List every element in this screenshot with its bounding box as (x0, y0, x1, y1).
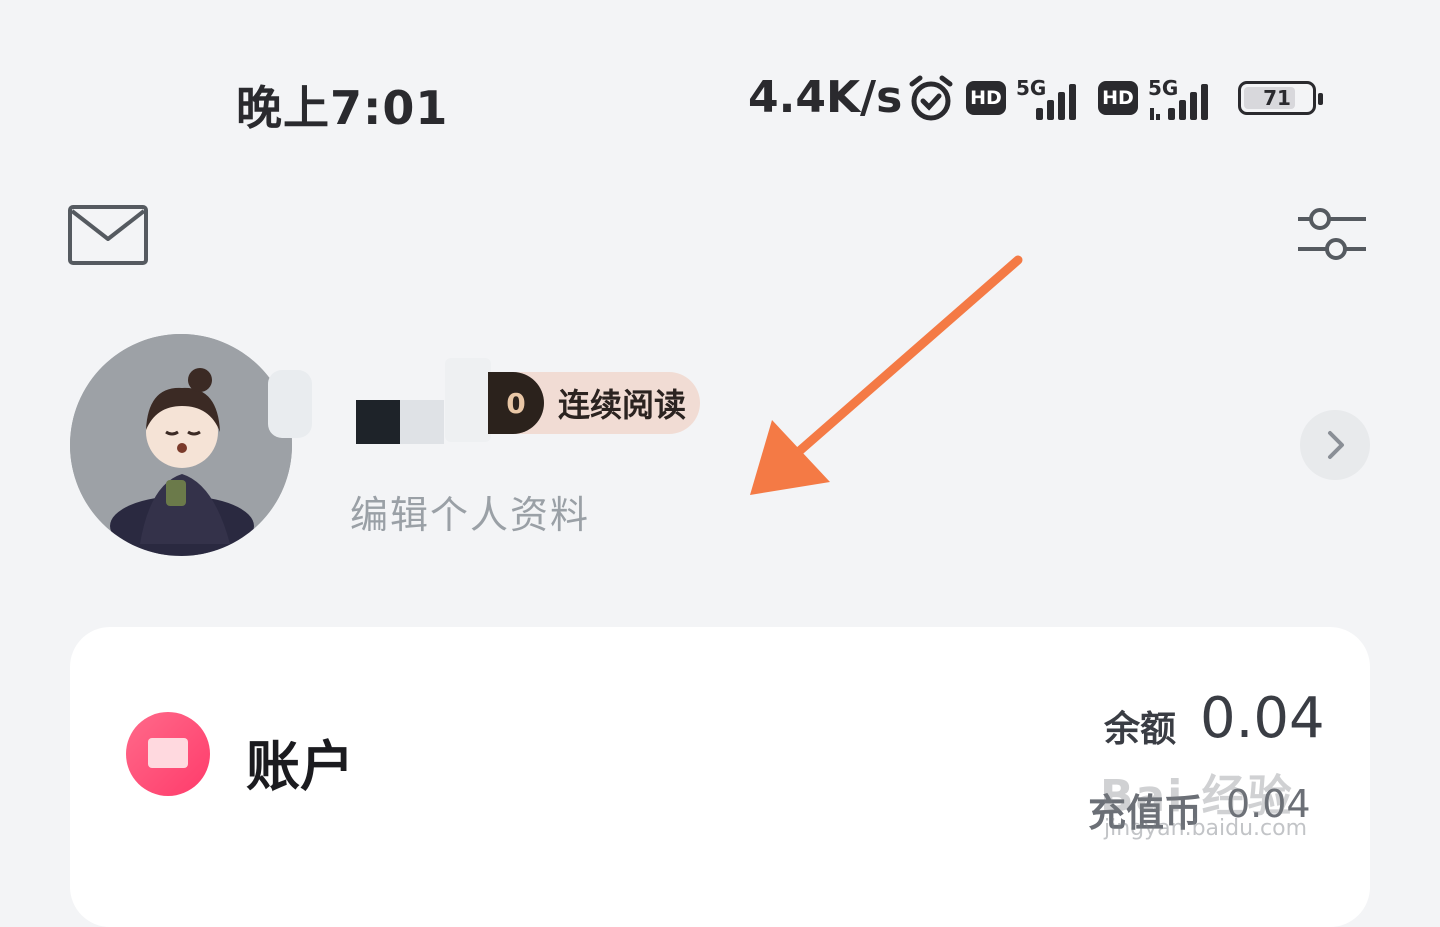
status-time: 晚上7:01 (236, 81, 449, 135)
hd-icon: HD (966, 81, 1006, 115)
streak-count: 0 (488, 372, 544, 434)
watermark-url: jingyan.baidu.com (1104, 816, 1308, 841)
edit-profile-link[interactable]: 编辑个人资料 (350, 484, 590, 539)
account-title: 账户 (246, 735, 354, 798)
mail-icon[interactable] (68, 205, 148, 265)
status-icons: HD 5G HD 5G 71 (906, 72, 1323, 124)
battery-level: 71 (1263, 86, 1291, 110)
blurred-username (445, 358, 491, 442)
profile-chevron-button[interactable] (1300, 410, 1370, 480)
balance-value: 0.04 (1200, 686, 1325, 751)
settings-sliders-icon[interactable] (1296, 205, 1368, 265)
watermark: Bai 经验 (1100, 771, 1294, 822)
alarm-clock-icon (909, 75, 953, 121)
signal-icon: 5G (1016, 76, 1088, 120)
streak-label: 连续阅读 (558, 386, 687, 424)
hd-icon: HD (1098, 81, 1138, 115)
balance-label: 余额 (1104, 709, 1177, 750)
network-speed: 4.4K/s (748, 72, 903, 123)
signal-icon: 5G (1148, 76, 1220, 120)
blurred-username (268, 370, 312, 438)
avatar-illustration (70, 334, 292, 556)
battery-icon: 71 (1238, 81, 1323, 115)
username-redacted (356, 400, 400, 444)
annotation-arrow-icon (750, 255, 1023, 495)
reading-streak-badge[interactable]: 0 连续阅读 (488, 372, 700, 434)
chevron-right-icon (1328, 431, 1344, 459)
username-redacted (400, 400, 444, 444)
wallet-icon (126, 712, 210, 796)
avatar[interactable] (70, 334, 292, 556)
